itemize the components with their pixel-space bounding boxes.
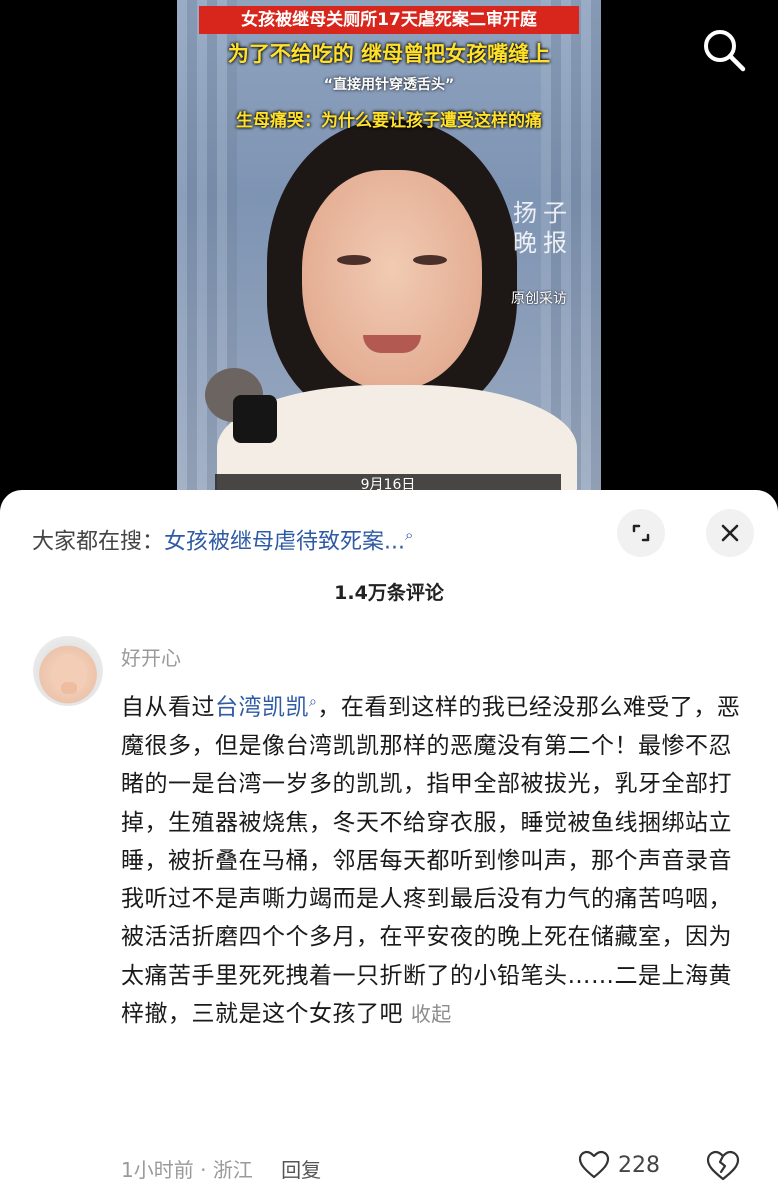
person-mouth: [363, 335, 421, 353]
comment-text: 自从看过台湾凯凯⌕，在看到这样的我已经没那么难受了，恶魔很多，但是像台湾凯凯那样…: [121, 683, 751, 1033]
person-eye-left: [337, 255, 371, 265]
publisher-watermark-sub: 原创采访: [511, 291, 567, 307]
avatar-hand: [61, 682, 77, 694]
broken-heart-icon: [706, 1150, 740, 1181]
expand-icon: [632, 524, 650, 542]
like-button[interactable]: 228: [578, 1150, 660, 1180]
comment-text-before-link: 自从看过: [121, 694, 215, 721]
video-caption-line2: 为了不给吃的 继母曾把女孩嘴缝上: [177, 38, 601, 68]
video-caption-line2-b: 继母曾把女孩嘴缝上: [361, 42, 551, 66]
trending-search-icon: ⌕: [405, 526, 414, 544]
heart-icon: [578, 1150, 610, 1179]
trending-search-prefix: 大家都在搜：: [32, 529, 165, 555]
reply-button[interactable]: 回复: [281, 1158, 321, 1182]
video-frame[interactable]: 女孩被继母关厕所17天虐死案二审开庭 为了不给吃的 继母曾把女孩嘴缝上 “直接用…: [177, 0, 601, 490]
person-eye-right: [413, 255, 447, 265]
video-caption-quote: “直接用针穿透舌头”: [323, 77, 455, 93]
microphone-body: [233, 395, 277, 443]
collapse-button[interactable]: 收起: [411, 1002, 452, 1026]
close-icon: [721, 524, 739, 542]
avatar[interactable]: [33, 636, 103, 706]
video-date-strip: 9月16日: [215, 474, 561, 490]
comment-topic-link[interactable]: 台湾凯凯: [215, 695, 309, 721]
person-face: [302, 170, 482, 390]
trending-search-query[interactable]: 女孩被继母虐待致死案...: [164, 529, 405, 554]
expand-button[interactable]: [617, 509, 665, 557]
video-caption-line2-a: 为了不给吃的: [227, 42, 354, 66]
comment-username[interactable]: 好开心: [121, 642, 181, 671]
like-count: 228: [618, 1152, 660, 1178]
comment-count: 1.4万条评论: [334, 582, 444, 604]
comment-text-after-link: ，在看到这样的我已经没那么难受了，恶魔很多，但是像台湾凯凯那样的恶魔没有第二个！…: [121, 694, 741, 1028]
video-caption-title: 女孩被继母关厕所17天虐死案二审开庭: [199, 6, 579, 34]
close-button[interactable]: [706, 509, 754, 557]
dislike-button[interactable]: [706, 1150, 740, 1186]
comment-location: 浙江: [212, 1158, 253, 1182]
meta-separator: ·: [200, 1158, 207, 1182]
comment-time: 1小时前: [121, 1158, 194, 1182]
comment-sheet: 大家都在搜：女孩被继母虐待致死案...⌕ 1.4万条评论 好开心 自从看过台湾凯…: [0, 490, 778, 1200]
trending-search-row[interactable]: 大家都在搜：女孩被继母虐待致死案...⌕: [32, 518, 552, 555]
publisher-watermark: 扬子晚报: [513, 199, 573, 257]
search-icon[interactable]: [700, 26, 748, 74]
comment-meta: 1小时前 · 浙江 回复: [121, 1154, 321, 1183]
video-caption-line4: 生母痛哭：为什么要让孩子遭受这样的痛: [236, 111, 542, 131]
